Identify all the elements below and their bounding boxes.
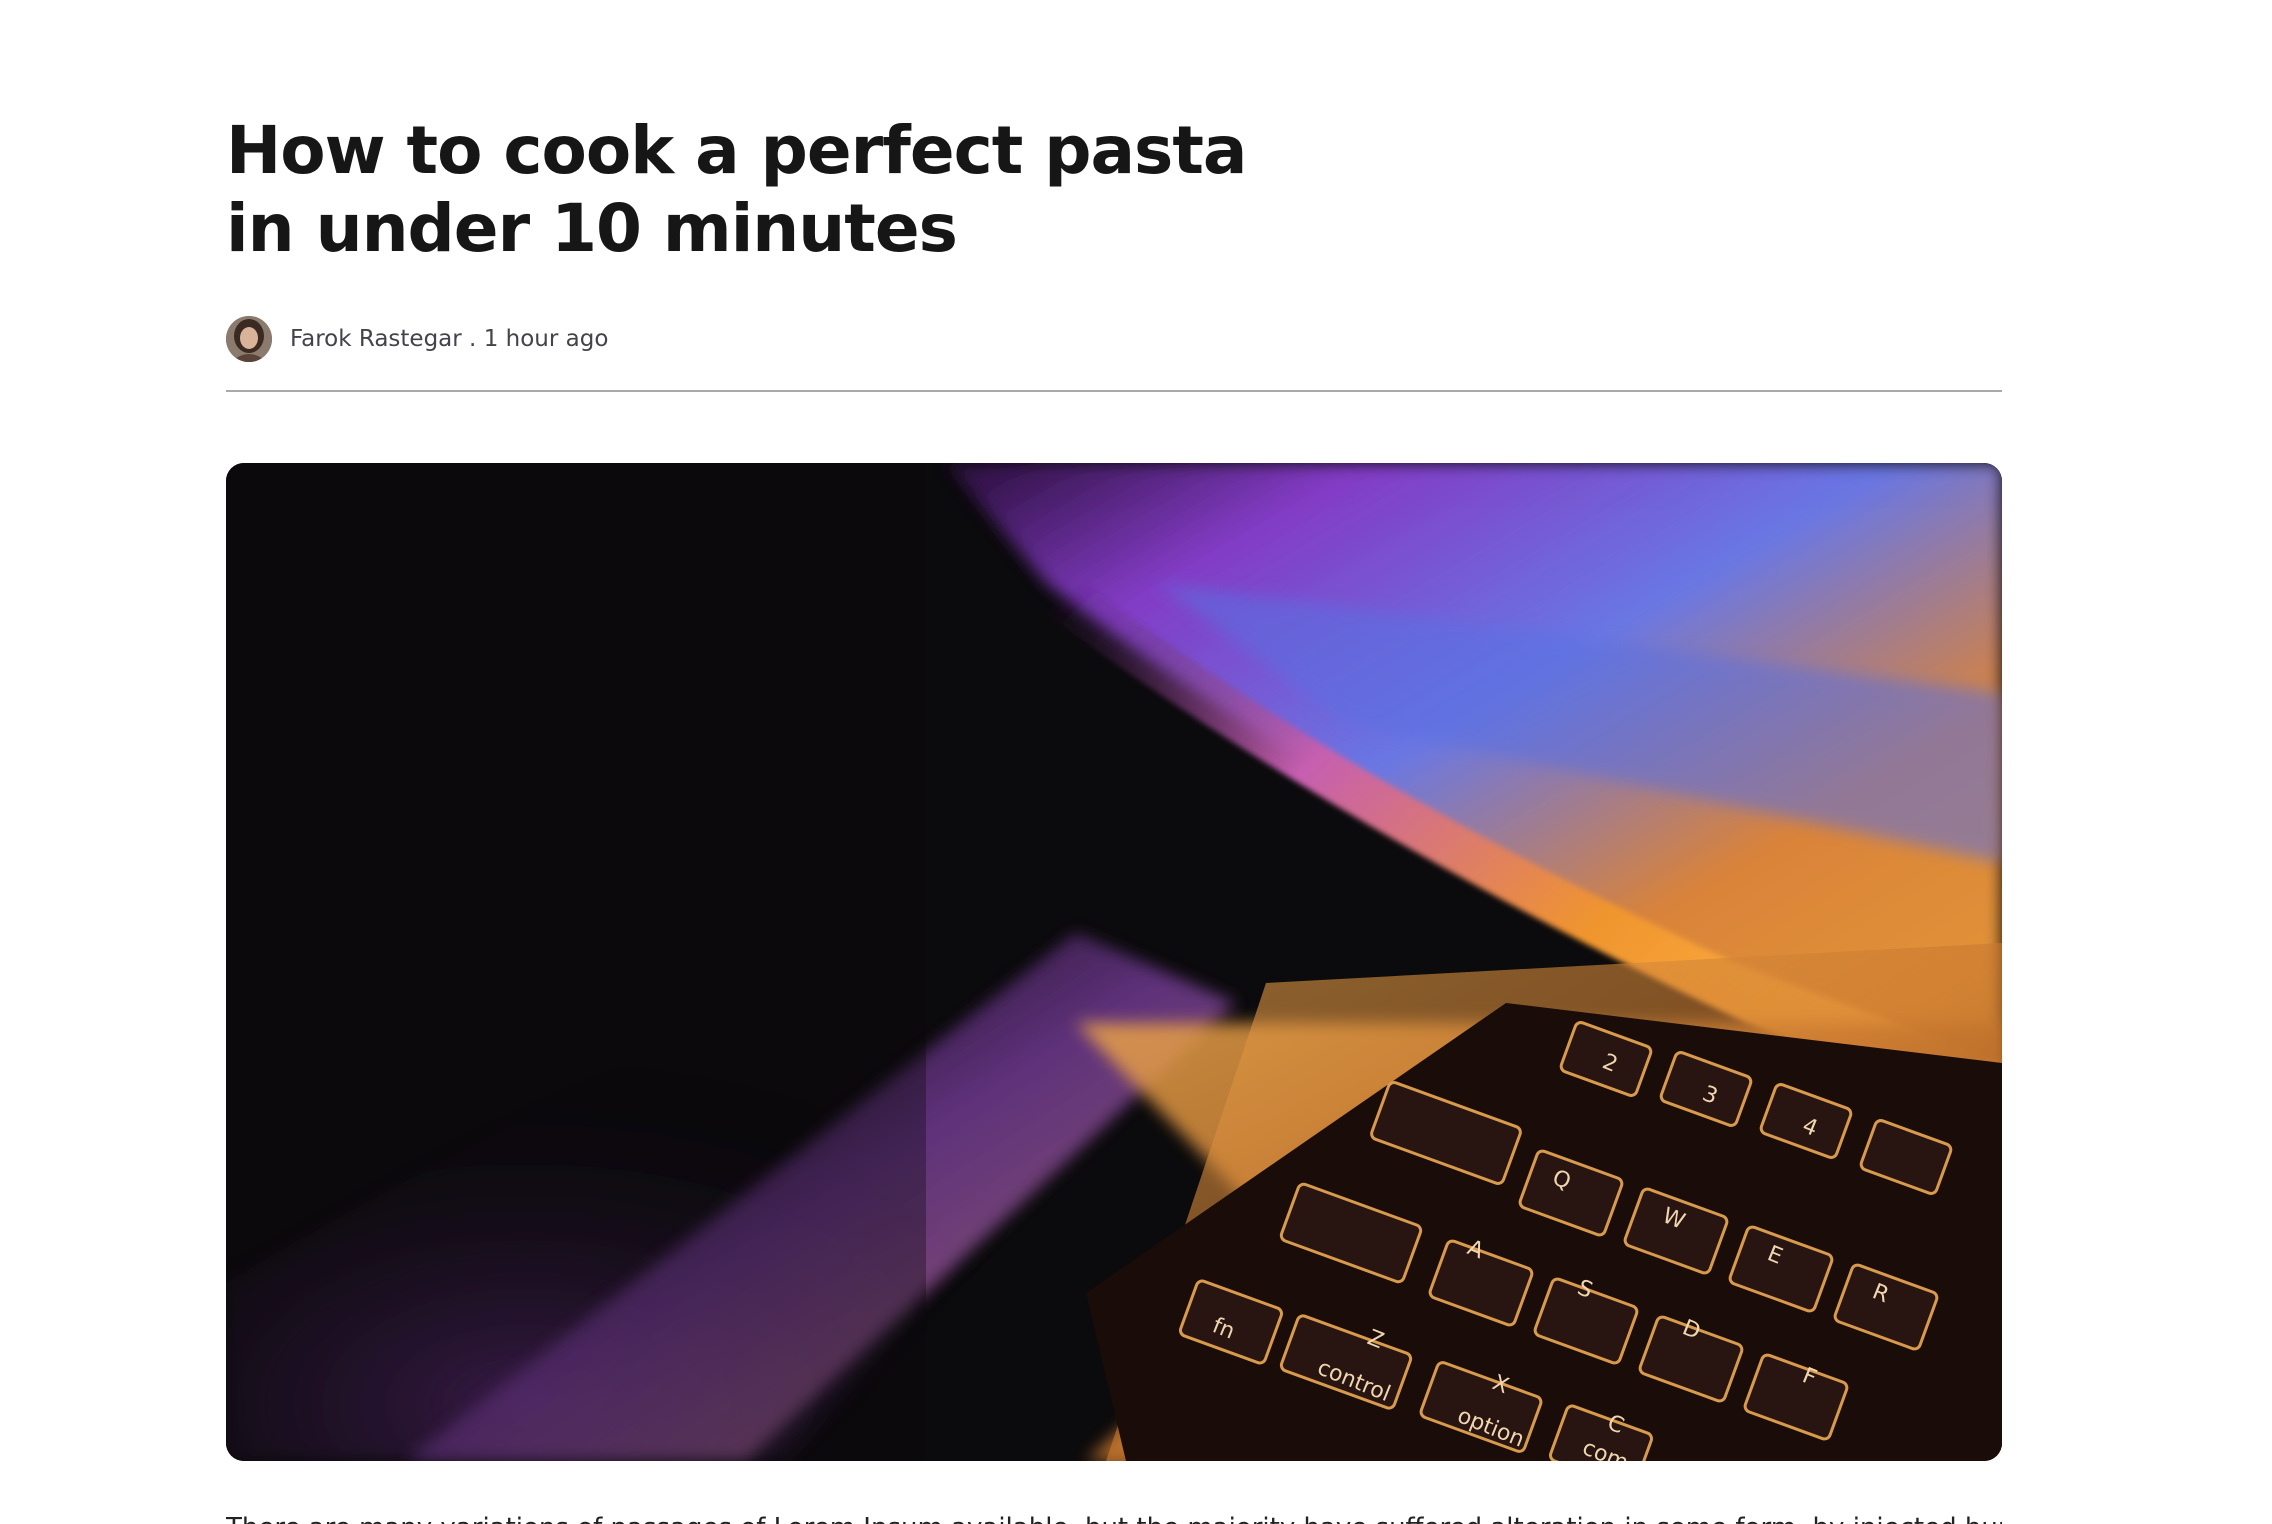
avatar-image (226, 316, 272, 362)
article-meta: Farok Rastegar . 1 hour ago (226, 316, 608, 362)
published-time: 1 hour ago (483, 326, 609, 352)
article-byline: Farok Rastegar . 1 hour ago (290, 326, 608, 352)
author-name[interactable]: Farok Rastegar (290, 326, 462, 352)
article-body: There are many variations of passages of… (226, 1508, 2002, 1524)
laptop-keyboard-photo: fn control option com A S D Q W E R Z X … (226, 463, 2002, 1461)
byline-separator: . (461, 326, 484, 352)
author-avatar[interactable] (226, 316, 272, 362)
hero-image: fn control option com A S D Q W E R Z X … (226, 463, 2002, 1461)
article-title: How to cook a perfect pasta in under 10 … (226, 112, 1247, 267)
header-divider (226, 390, 2002, 392)
